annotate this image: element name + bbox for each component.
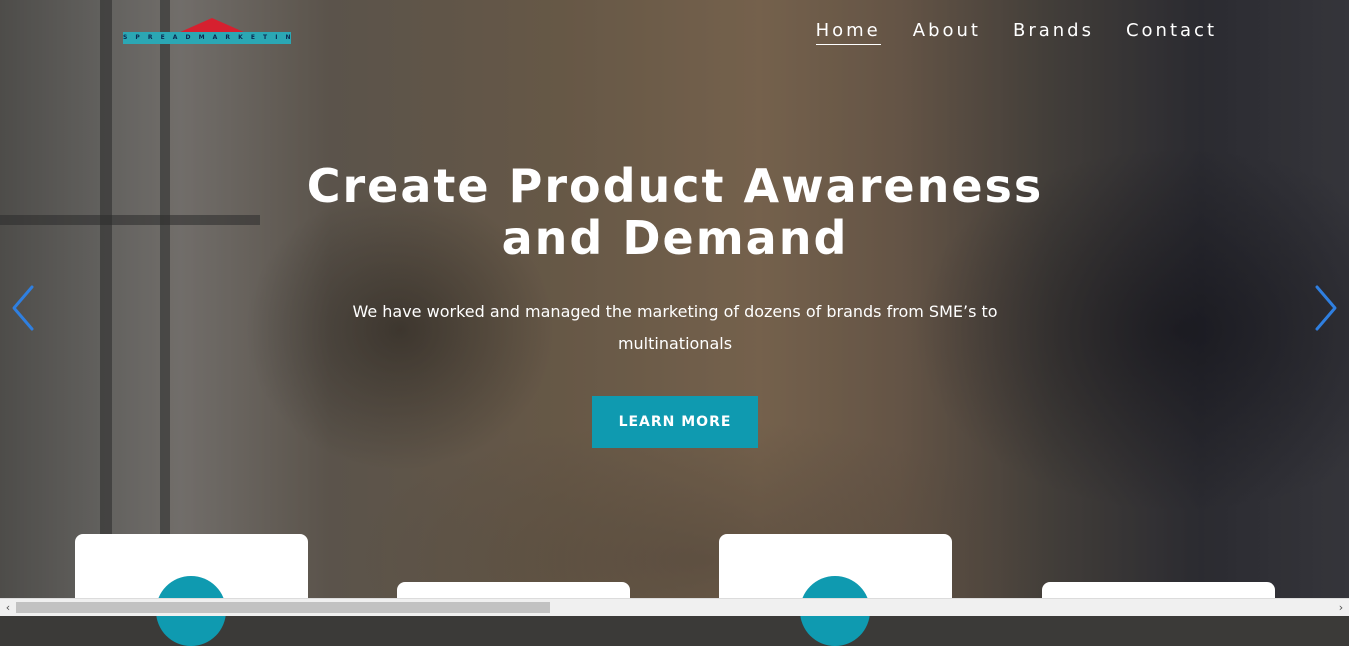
nav-contact-link[interactable]: Contact — [1126, 20, 1217, 45]
nav-home-link[interactable]: Home — [815, 20, 881, 45]
hero-headline-line-1: Create Product Awareness — [306, 159, 1044, 213]
nav-about-link[interactable]: About — [913, 20, 981, 45]
carousel-prev-button[interactable] — [8, 283, 38, 333]
hero-headline-line-2: and Demand — [501, 211, 849, 265]
hero-subtext: We have worked and managed the marketing… — [330, 296, 1020, 360]
scroll-right-icon[interactable]: › — [1333, 599, 1349, 616]
logo-roof-shape — [178, 18, 246, 33]
hero-subtext-line-2: multinationals — [617, 334, 733, 353]
chevron-left-icon — [12, 285, 34, 331]
learn-more-button[interactable]: LEARN MORE — [592, 396, 758, 448]
carousel-next-button[interactable] — [1311, 283, 1341, 333]
main-navigation: Home About Brands Contact — [815, 20, 1217, 45]
scrollbar-thumb[interactable] — [16, 602, 550, 613]
hero-subtext-line-1: We have worked and managed the marketing… — [352, 302, 998, 321]
nav-brands-link[interactable]: Brands — [1013, 20, 1094, 45]
hero-headline: Create Product Awareness and Demand — [250, 160, 1100, 264]
scroll-left-icon[interactable]: ‹ — [0, 599, 16, 616]
logo-text: S P R E A D M A R K E T I N G — [123, 32, 291, 44]
horizontal-scrollbar[interactable]: ‹ › — [0, 598, 1349, 616]
spread-marketing-logo[interactable]: S P R E A D M A R K E T I N G — [123, 18, 291, 45]
chevron-right-icon — [1315, 285, 1337, 331]
